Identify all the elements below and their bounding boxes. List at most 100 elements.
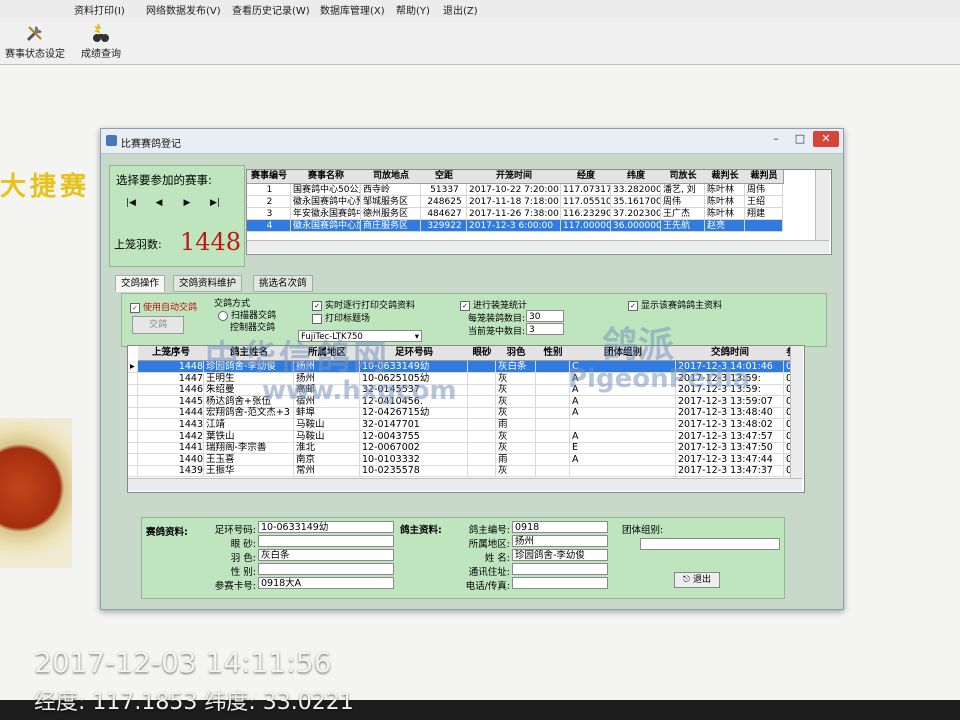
race-col-header[interactable]: 赛事名称 [291,170,362,184]
pigeon-table-cell[interactable]: 扬州 [294,361,360,373]
pigeon-table-cell[interactable]: 2017-12-3 13:47:50 [676,442,784,455]
race-table-cell[interactable]: 德州服务区 [361,208,421,220]
pigeon-table-cell[interactable]: 2017-12-3 13:48:40 [676,407,784,420]
close-icon[interactable]: ✕ [813,131,839,147]
pigeon-table-cell[interactable]: 2017-12-3 13:47:44 [676,453,784,466]
race-table-cell[interactable]: 4 [247,220,291,232]
pigeon-table-cell[interactable]: 2017-12-3 13:47:37 [676,465,784,478]
pigeon-table-cell[interactable]: 2017-12-3 13:48:02 [676,419,784,431]
pigeon-table-cell[interactable]: A [570,430,676,443]
pigeon-table-cell[interactable]: 12-0067002 [360,442,468,455]
pigeon-col-header[interactable]: 鸽主姓名 [204,346,295,361]
minimize-icon[interactable]: – [765,131,787,147]
pigeon-table-cell[interactable]: 1442 [138,430,204,443]
exit-button[interactable]: ⎋ 退出 [674,572,720,588]
pigeon-table-cell[interactable]: 1447 [138,372,204,385]
pigeon-table-cell[interactable] [468,372,496,385]
race-table-cell[interactable]: 潘艺, 刘 [661,184,705,196]
pigeon-table-cell[interactable]: A [570,395,676,408]
pigeon-col-header[interactable]: 上笼序号 [138,346,205,361]
auto-submit-checkbox[interactable]: ✓ 使用自动交鸽 [130,300,197,313]
pigeon-table-cell[interactable]: 瑞翔阁-李宗善 [204,442,294,455]
pigeon-table-cell[interactable]: 1445 [138,395,204,408]
race-table-cell[interactable]: 赵亮 [705,220,745,232]
pigeon-col-header[interactable]: 羽色 [496,346,537,361]
pigeon-col-header[interactable]: 所属地区 [294,346,361,361]
race-table-cell[interactable]: 王广杰 [661,208,705,220]
pigeon-table-cell[interactable] [468,419,496,431]
race-table-cell[interactable]: 王先航 [661,220,705,232]
controller-radio-label[interactable]: 控制器交鸽 [230,320,275,333]
race-table-cell[interactable]: 3 [247,208,291,220]
pigeon-col-header[interactable]: 交鸽时间 [676,346,785,361]
pigeon-col-header[interactable]: 足环号码 [360,346,469,361]
pigeon-table-cell[interactable] [570,419,676,431]
pigeon-table-cell[interactable]: 10-0633149幼 [360,361,468,373]
race-table-cell[interactable]: 陈叶林 [705,196,745,208]
pigeon-table-cell[interactable]: A [570,407,676,420]
race-table-cell[interactable]: 2 [247,196,291,208]
pigeon-table-cell[interactable]: 灰 [496,465,536,478]
pigeon-table-cell[interactable] [468,395,496,408]
nav-next-button[interactable]: ▶ [176,198,198,212]
pigeon-table-cell[interactable] [536,442,570,455]
pigeon-table-cell[interactable]: 扬州 [294,372,360,385]
submit-pigeon-button[interactable]: 交鸽 [132,316,184,334]
pigeon-table-cell[interactable]: 灰 [496,442,536,455]
menu-item-exit[interactable]: 退出(Z) [443,2,478,17]
race-table-cell[interactable]: 周伟 [661,196,705,208]
race-col-header[interactable]: 经度 [561,170,612,184]
pigeon-col-header[interactable]: 眼砂 [468,346,497,361]
race-table-hscroll[interactable] [247,240,829,253]
nav-last-button[interactable]: ▶| [204,198,226,212]
pigeon-table-cell[interactable] [536,465,570,478]
race-status-settings-button[interactable]: 赛事状态设定 [0,22,70,62]
pigeon-table-cell[interactable] [536,453,570,466]
race-col-header[interactable]: 司放地点 [361,170,422,184]
race-table-cell[interactable]: 徽永国赛鸽中心预 [291,196,361,208]
pigeon-table-cell[interactable]: 10-0103332 [360,453,468,466]
race-table-cell[interactable]: 2017-11-18 7:18:00 [467,196,561,208]
pigeon-table-cell[interactable] [468,384,496,397]
pigeon-table-cell[interactable] [468,442,496,455]
pigeon-table-cell[interactable]: 灰 [496,407,536,420]
pigeon-table-cell[interactable]: 常州 [294,465,360,478]
pigeon-table-cell[interactable]: 灰 [496,430,536,443]
tab-select-ranked[interactable]: 挑选名次鸽 [253,275,313,292]
pigeon-table-cell[interactable]: A [570,453,676,466]
race-table-cell[interactable]: 2017-11-26 7:38:00 [467,208,561,220]
pigeon-table-cell[interactable] [536,407,570,420]
pigeon-table-cell[interactable]: 1443 [138,419,204,431]
pigeon-table-cell[interactable]: 12-0043755 [360,430,468,443]
pigeon-table-cell[interactable]: 江靖 [204,419,294,431]
tab-submit-pigeons[interactable]: 交鸽操作 [115,275,166,292]
pigeon-col-header[interactable]: 团体组别 [570,346,677,361]
race-table-cell[interactable]: 37.202300 [611,208,661,220]
pigeon-table-cell[interactable] [536,372,570,385]
pigeon-table-cell[interactable]: 雨 [496,453,536,466]
menu-item-network-publish[interactable]: 网络数据发布(V) [146,2,221,17]
pigeon-table-cell[interactable]: 灰白条 [496,361,536,373]
pigeon-table-cell[interactable]: 马鞍山 [294,430,360,443]
pigeon-table-cell[interactable]: E [570,442,676,455]
pigeon-table-cell[interactable] [536,430,570,443]
pigeon-table-cell[interactable] [468,430,496,443]
race-table-cell[interactable]: 117.073172 [561,184,611,196]
menu-item-print[interactable]: 资料打印(I) [74,2,125,17]
pigeon-table-cell[interactable]: 32-0145537 [360,384,468,397]
pigeon-table-cell[interactable]: 12-0426715幼 [360,407,468,420]
race-col-header[interactable]: 司放长 [661,170,706,184]
race-table-cell[interactable]: 翔建 [745,208,783,220]
pigeon-table-cell[interactable]: 1446 [138,384,204,397]
race-table-cell[interactable]: 117.055100 [561,196,611,208]
race-table-cell[interactable]: 西寺岭 [361,184,421,196]
pigeon-table-cell[interactable]: 宏翔鸽舍-范文杰+3 [204,407,294,420]
race-table-cell[interactable]: 51337 [421,184,467,196]
pigeon-table-cell[interactable] [468,465,496,478]
pigeon-col-header[interactable]: 性别 [536,346,571,361]
race-table-cell[interactable]: 36.000000 [611,220,661,232]
pigeon-table-cell[interactable]: 1440 [138,453,204,466]
race-table-cell[interactable]: 陈叶林 [705,184,745,196]
race-table-cell[interactable]: 商庄服务区 [361,220,421,232]
result-query-button[interactable]: 成绩查询 [66,22,136,62]
